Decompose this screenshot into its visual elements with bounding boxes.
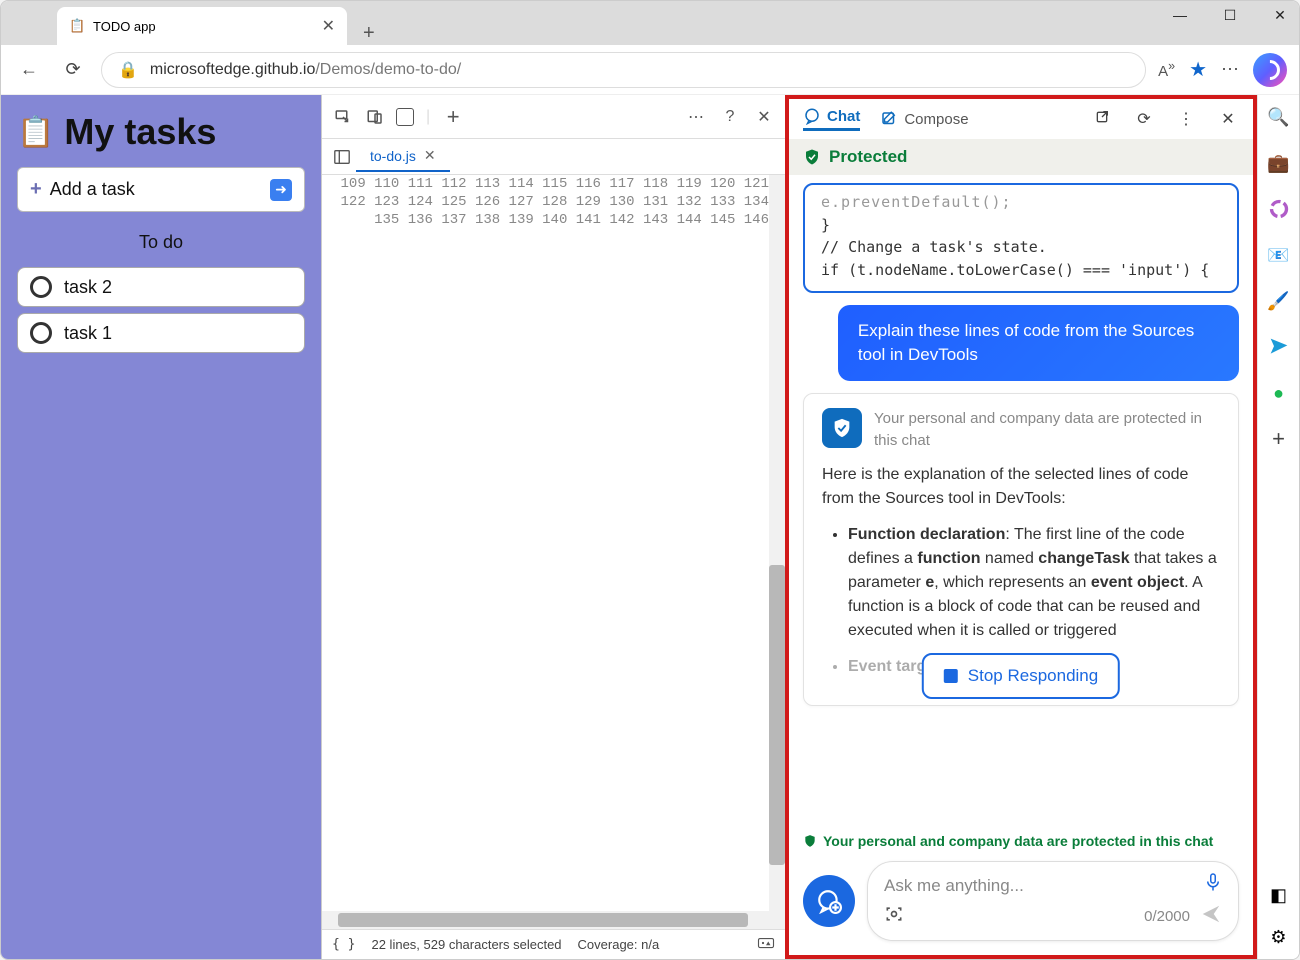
inspect-icon[interactable]	[332, 106, 354, 128]
visual-search-icon[interactable]	[884, 904, 904, 929]
close-tab-icon[interactable]: ✕	[322, 16, 335, 36]
code-editor[interactable]: 109 110 111 112 113 114 115 116 117 118 …	[322, 175, 785, 911]
task-item[interactable]: task 1	[17, 313, 305, 353]
add-task-label: Add a task	[50, 179, 135, 200]
vertical-scrollbar[interactable]	[769, 175, 785, 911]
back-button[interactable]: ←	[13, 54, 45, 86]
open-external-icon[interactable]	[1091, 109, 1113, 130]
add-panel-icon[interactable]: +	[442, 106, 464, 128]
stop-responding-button[interactable]: Stop Responding	[922, 653, 1120, 699]
shopping-icon[interactable]: 💼	[1267, 151, 1291, 175]
clipboard-icon: 📋	[17, 115, 54, 150]
add-task-input[interactable]: + Add a task ➜	[17, 167, 305, 212]
checkbox-icon[interactable]	[30, 322, 52, 344]
horizontal-scrollbar[interactable]	[322, 911, 785, 929]
send-icon[interactable]	[1200, 903, 1222, 930]
protected-label: Protected	[829, 147, 907, 167]
favorites-icon[interactable]: ★	[1189, 57, 1207, 82]
submit-task-button[interactable]: ➜	[270, 179, 292, 201]
coverage-status: Coverage: n/a	[578, 937, 660, 952]
sidebar-toggle-icon[interactable]	[328, 143, 356, 171]
shield-icon	[803, 148, 821, 166]
tab-label: Chat	[827, 108, 860, 125]
close-chat-icon[interactable]: ✕	[1217, 109, 1239, 129]
shield-icon	[822, 408, 862, 448]
device-toggle-icon[interactable]	[364, 106, 386, 128]
refresh-chat-icon[interactable]: ⟳	[1133, 109, 1155, 129]
close-devtools-icon[interactable]: ✕	[753, 106, 775, 128]
copilot-button[interactable]	[1253, 53, 1287, 87]
plus-icon: +	[30, 178, 42, 201]
refresh-button[interactable]: ⟳	[57, 54, 89, 86]
close-file-icon[interactable]: ✕	[424, 147, 436, 164]
help-icon[interactable]: ?	[719, 106, 741, 128]
browser-tab[interactable]: 📋 TODO app ✕	[57, 7, 347, 45]
user-message: Explain these lines of code from the Sou…	[838, 305, 1239, 381]
stop-icon	[944, 669, 958, 683]
task-item[interactable]: task 2	[17, 267, 305, 307]
new-topic-button[interactable]	[803, 875, 855, 927]
response-intro: Here is the explanation of the selected …	[822, 463, 1220, 511]
assistant-response: Your personal and company data are prote…	[803, 393, 1239, 706]
chat-placeholder: Ask me anything...	[884, 876, 1024, 896]
pretty-print-icon[interactable]: { }	[332, 937, 355, 952]
title-text: My tasks	[64, 111, 216, 153]
outlook-icon[interactable]: 📧	[1267, 243, 1291, 267]
page-title: 📋 My tasks	[17, 111, 305, 153]
url-path: /Demos/demo-to-do/	[315, 61, 461, 78]
stop-label: Stop Responding	[968, 663, 1098, 689]
menu-icon[interactable]: ⋯	[1221, 59, 1239, 80]
more-icon[interactable]: ⋯	[685, 106, 707, 128]
chat-input[interactable]: Ask me anything... 0/2000	[867, 861, 1239, 941]
m365-icon[interactable]	[1267, 197, 1291, 221]
char-count: 0/2000	[1144, 908, 1190, 925]
maximize-icon[interactable]: ☐	[1217, 7, 1243, 24]
devtools-panel: | + ⋯ ? ✕ to-do.js ✕ 109 110 111 112 113…	[321, 95, 785, 959]
minimize-icon[interactable]: ―	[1167, 7, 1193, 24]
todo-app: 📋 My tasks + Add a task ➜ To do task 2 t…	[1, 95, 321, 959]
close-window-icon[interactable]: ✕	[1267, 7, 1293, 24]
section-heading: To do	[17, 232, 305, 253]
tab-label: Compose	[904, 111, 968, 128]
lock-icon: 🔒	[118, 60, 138, 80]
file-tab-label: to-do.js	[370, 148, 416, 164]
chat-menu-icon[interactable]: ⋮	[1175, 109, 1197, 129]
tab-favicon: 📋	[69, 18, 85, 34]
footer-protected: Your personal and company data are prote…	[789, 829, 1253, 853]
address-bar[interactable]: 🔒 microsoftedge.github.io/Demos/demo-to-…	[101, 52, 1146, 88]
code-context-snippet: e.preventDefault(); } // Change a task's…	[803, 183, 1239, 293]
browser-tab-bar: 📋 TODO app ✕ + ― ☐ ✕	[1, 1, 1299, 45]
read-aloud-icon[interactable]: A»	[1158, 59, 1175, 80]
protected-subtext: Your personal and company data are prote…	[874, 408, 1220, 453]
sidebar-collapse-icon[interactable]: ◧	[1267, 883, 1291, 907]
spotify-icon[interactable]: ●	[1267, 381, 1291, 405]
add-app-icon[interactable]: +	[1267, 427, 1291, 451]
selection-status: 22 lines, 529 characters selected	[371, 937, 561, 952]
panel-icon[interactable]	[396, 108, 414, 126]
settings-icon[interactable]: ⚙	[1267, 925, 1291, 949]
browser-sidebar: 🔍 💼 📧 🖌️ ● + ◧ ⚙	[1257, 95, 1299, 959]
microphone-icon[interactable]	[1204, 872, 1222, 900]
tab-chat[interactable]: Chat	[803, 107, 860, 131]
task-label: task 1	[64, 323, 112, 344]
status-bar: { } 22 lines, 529 characters selected Co…	[322, 929, 785, 959]
send-app-icon[interactable]	[1267, 335, 1291, 359]
shield-icon	[803, 834, 817, 848]
source-map-icon[interactable]	[757, 936, 775, 953]
protected-banner: Protected	[789, 139, 1253, 175]
browser-toolbar: ← ⟳ 🔒 microsoftedge.github.io/Demos/demo…	[1, 45, 1299, 95]
file-tab[interactable]: to-do.js ✕	[356, 141, 450, 172]
copilot-panel: Chat Compose ⟳ ⋮ ✕ Protected e.preventDe…	[785, 95, 1257, 959]
task-label: task 2	[64, 277, 112, 298]
designer-icon[interactable]: 🖌️	[1267, 289, 1291, 313]
url-domain: microsoftedge.github.io	[150, 61, 315, 78]
tab-title: TODO app	[93, 19, 156, 34]
tab-compose[interactable]: Compose	[880, 110, 968, 128]
new-tab-button[interactable]: +	[355, 22, 383, 45]
response-bullet: Function declaration: The first line of …	[848, 523, 1220, 643]
checkbox-icon[interactable]	[30, 276, 52, 298]
search-icon[interactable]: 🔍	[1267, 105, 1291, 129]
